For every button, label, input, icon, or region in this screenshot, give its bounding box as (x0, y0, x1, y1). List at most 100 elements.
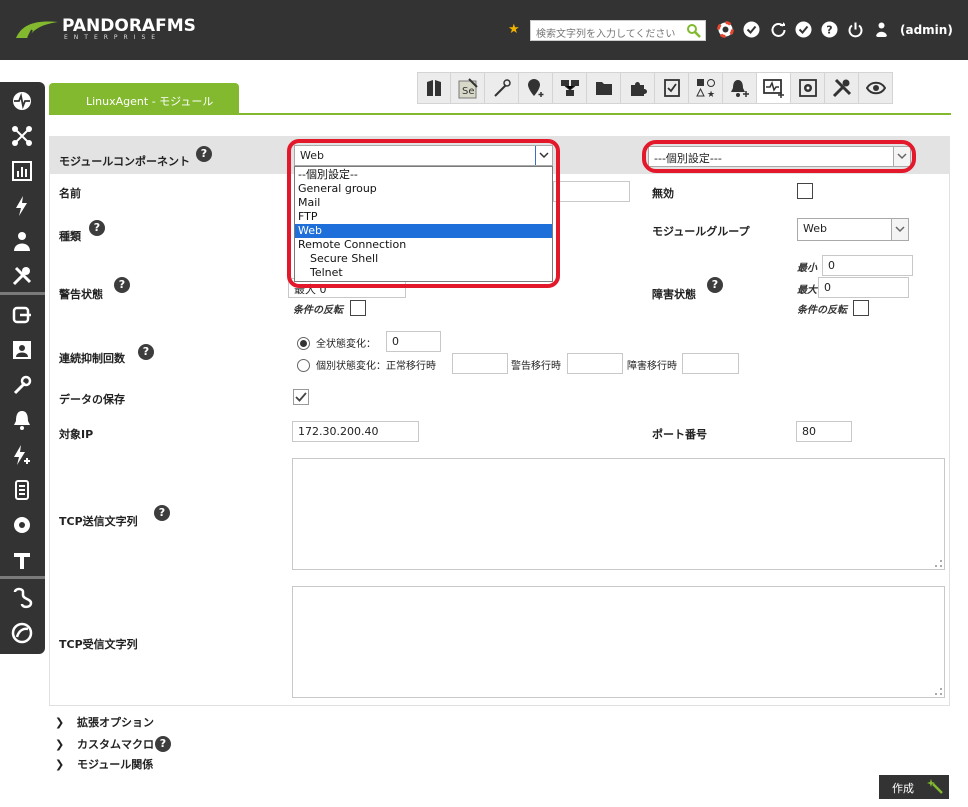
tb-manage-agent[interactable] (417, 72, 451, 104)
star-icon[interactable]: ★ (508, 22, 520, 37)
module-group-label: モジュールグループ (652, 225, 750, 238)
port-label: ポート番号 (652, 428, 707, 441)
admin-tools-icon[interactable] (11, 549, 33, 571)
top-bar: PANDORAFMS ENTERPRISE ★ 検索文字列を入力してください ?… (0, 0, 968, 60)
help-icon-warning[interactable]: ? (114, 277, 130, 293)
help-icon-type[interactable]: ? (89, 220, 105, 236)
port-value: 80 (802, 425, 816, 438)
tcp-recv-textarea[interactable] (292, 586, 945, 698)
help-icon-tcp-send[interactable]: ? (154, 505, 170, 521)
tb-module-settings[interactable] (791, 72, 825, 104)
disabled-checkbox[interactable] (797, 183, 813, 199)
module-group-select[interactable]: Web (797, 218, 909, 241)
check-icon-2[interactable] (795, 21, 812, 38)
user-name[interactable]: (admin) (900, 23, 953, 37)
warning-invert-label: 条件の反転 (293, 305, 343, 316)
user-icon[interactable] (873, 21, 890, 38)
tb-checklist[interactable] (655, 72, 689, 104)
profile-icon[interactable] (11, 339, 33, 361)
ff-each-radio[interactable] (297, 359, 310, 372)
help-icon-component[interactable]: ? (196, 146, 212, 162)
search-input[interactable]: 検索文字列を入力してください (530, 20, 706, 41)
lifebuoy-icon[interactable] (717, 21, 734, 38)
folder-icon (595, 82, 612, 95)
chevron-down-icon-group[interactable] (891, 219, 908, 240)
ff-normal-field[interactable] (452, 353, 508, 374)
ff-warn-field[interactable] (567, 353, 623, 374)
tb-shapes[interactable]: ★ (689, 72, 723, 104)
section-advanced-label: 拡張オプション (77, 716, 154, 729)
chevron-right-icon: ❯ (55, 738, 65, 751)
tb-location[interactable] (519, 72, 553, 104)
settings-gear-icon[interactable] (11, 514, 33, 536)
history-label: データの保存 (59, 393, 125, 406)
modules-monitor-icon (762, 79, 784, 98)
target-ip-field[interactable]: 172.30.200.40 (292, 421, 419, 442)
help-icon-ff[interactable]: ? (138, 344, 154, 360)
links-icon[interactable] (11, 587, 33, 609)
wrench-screwdriver-icon (832, 78, 851, 98)
tb-network[interactable] (553, 72, 587, 104)
ff-all-field[interactable]: 0 (386, 331, 441, 352)
resize-grip-icon[interactable] (935, 560, 942, 567)
highlight-ring-template (642, 140, 916, 173)
help-icon-macros[interactable]: ? (155, 736, 171, 752)
ff-all-radio[interactable] (297, 337, 310, 350)
logo-mark-icon (16, 21, 58, 39)
section-advanced[interactable]: ❯ 拡張オプション (55, 714, 154, 730)
create-button[interactable]: 作成 (879, 775, 949, 799)
help-icon-critical[interactable]: ? (707, 277, 723, 293)
refresh-icon[interactable] (770, 21, 787, 38)
tb-modules[interactable] (757, 72, 791, 104)
setup-icon: Se (458, 78, 478, 99)
component-label: モジュールコンポーネント (59, 155, 191, 168)
section-relations[interactable]: ❯ モジュール関係 (55, 756, 153, 772)
monitoring-icon[interactable] (11, 90, 33, 112)
tb-wrench[interactable] (825, 72, 859, 104)
name-field[interactable] (553, 181, 630, 202)
critical-max-field[interactable]: 0 (818, 277, 909, 298)
tb-view[interactable] (859, 72, 893, 104)
brand-name: PANDORAFMS (62, 16, 196, 36)
events-icon[interactable] (11, 195, 33, 217)
resize-grip-icon-2[interactable] (935, 688, 942, 695)
target-ip-value: 172.30.200.40 (298, 425, 379, 438)
tb-wand[interactable] (485, 72, 519, 104)
tb-setup[interactable]: Se (451, 72, 485, 104)
tb-plugins[interactable] (621, 72, 655, 104)
resources-icon[interactable] (11, 304, 33, 326)
critical-min-field[interactable]: 0 (822, 255, 913, 276)
pandora-logo-icon[interactable] (11, 622, 33, 644)
network-icon (560, 80, 579, 96)
users-icon[interactable] (11, 230, 33, 252)
reports-icon[interactable] (11, 160, 33, 182)
critical-invert-label: 条件の反転 (797, 305, 847, 316)
port-field[interactable]: 80 (796, 421, 852, 442)
ff-warn-label: 警告移行時 (511, 361, 561, 372)
search-icon[interactable] (686, 23, 702, 38)
configuration-icon[interactable] (11, 374, 33, 396)
pandorafms-logo[interactable]: PANDORAFMS ENTERPRISE (14, 16, 204, 42)
power-icon[interactable] (847, 21, 864, 38)
history-checkbox[interactable] (293, 389, 309, 405)
help-icon[interactable]: ? (821, 21, 838, 38)
eye-icon (865, 81, 886, 95)
topology-icon[interactable] (11, 125, 33, 147)
agent-files-icon[interactable] (11, 479, 33, 501)
warning-invert-checkbox[interactable] (350, 300, 366, 316)
check-icon[interactable] (743, 21, 760, 38)
cog-box-icon (798, 79, 817, 97)
tb-alerts[interactable] (723, 72, 757, 104)
svg-text:Se: Se (462, 86, 475, 97)
shapes-icon: ★ (695, 79, 715, 98)
critical-invert-checkbox[interactable] (853, 300, 869, 316)
section-macros[interactable]: ❯ カスタムマクロ (55, 736, 154, 752)
tcp-send-textarea[interactable] (292, 458, 945, 570)
tab-agent-modules[interactable]: LinuxAgent - モジュール (49, 83, 239, 114)
alerts-icon[interactable] (11, 409, 33, 431)
sidebar-divider-2 (0, 576, 45, 579)
ff-crit-field[interactable] (682, 353, 739, 374)
tb-folder[interactable] (587, 72, 621, 104)
event-admin-icon[interactable] (11, 444, 33, 466)
tools-icon[interactable] (11, 265, 33, 287)
